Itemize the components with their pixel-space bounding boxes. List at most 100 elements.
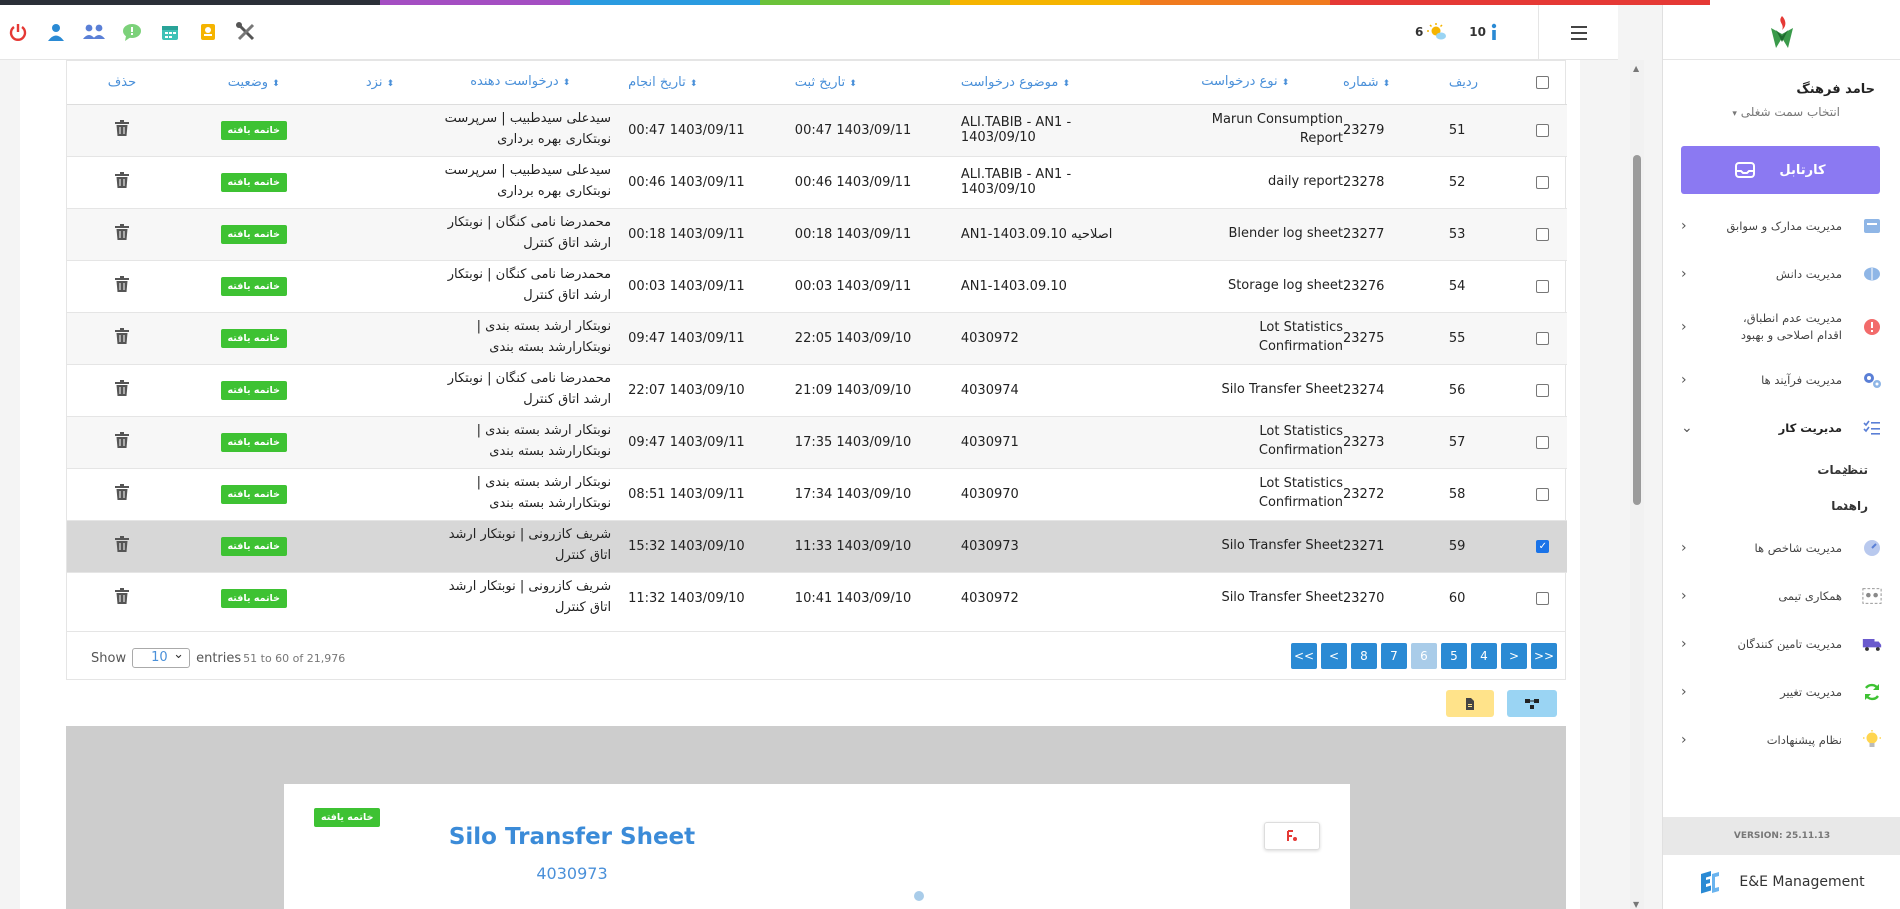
users-icon[interactable] (82, 20, 106, 44)
requests-table: ردیف ⬍ شماره ⬍ نوع درخواست ⬍ موضوع درخوا… (67, 61, 1567, 624)
trash-icon[interactable] (114, 484, 129, 504)
row-checkbox[interactable] (1536, 487, 1550, 501)
sidebar-item-processes[interactable]: مدیریت فرآیند ها ‹ (1663, 356, 1900, 404)
sidebar-menu: مدیریت مدارک و سوابق ‹ مدیریت دانش ‹ مدی… (1663, 202, 1900, 764)
pagination-button[interactable]: > (1501, 643, 1527, 669)
row-checkbox[interactable]: ✓ (1536, 539, 1550, 553)
row-checkbox[interactable] (1536, 591, 1550, 605)
kartabl-button[interactable]: کارتابل (1681, 146, 1880, 194)
row-checkbox[interactable] (1536, 123, 1550, 137)
sidebar-item-indicators[interactable]: مدیریت شاخص ها ‹ (1663, 524, 1900, 572)
sidebar-item-work[interactable]: مدیریت کار ⌄ (1663, 404, 1900, 452)
column-header-number[interactable]: ⬍ شماره (1343, 61, 1431, 105)
column-header-done[interactable]: ⬍ تاریخ انجام (616, 61, 781, 105)
column-header-requester[interactable]: ⬍ درخواست دهنده (429, 61, 617, 105)
trash-icon[interactable] (114, 276, 129, 296)
table-row[interactable]: 57 23273 Lot Statistics Confirmation 403097… (67, 415, 1567, 468)
table-row[interactable]: 53 23277 Blender log sheet AN1-1403.09.10 ا… (67, 207, 1567, 260)
chevron-left-icon: ‹ (1681, 588, 1687, 604)
pagination-button[interactable]: 8 (1351, 643, 1377, 669)
notification-counter[interactable]: 10 (1469, 23, 1498, 41)
table-row[interactable]: 60 23270 Silo Transfer Sheet 4030972 10:41 1… (67, 571, 1567, 624)
table-row[interactable]: 51 23279 Marun Consumption Report ALI.TABIB… (67, 103, 1567, 156)
requester: محمدرضا نامی کنگان | نوبتکار ارشد اتاق ک… (429, 207, 617, 260)
chevron-left-icon: ‹ (1681, 372, 1687, 388)
app-logo[interactable] (1663, 5, 1900, 60)
pagination-button[interactable]: < (1321, 643, 1347, 669)
request-subject: 4030972 (960, 571, 1148, 624)
menu-toggle-button[interactable] (1538, 5, 1618, 60)
column-header-row-number[interactable]: ردیف (1430, 61, 1519, 105)
row-number: 60 (1430, 571, 1519, 624)
row-checkbox[interactable] (1536, 227, 1550, 241)
column-header-subject[interactable]: ⬍ موضوع درخواست (960, 61, 1148, 105)
pagination-button[interactable]: >> (1531, 643, 1557, 669)
flow-icon (1525, 698, 1539, 709)
flow-button[interactable] (1507, 690, 1557, 717)
power-icon[interactable] (6, 20, 30, 44)
trash-icon[interactable] (114, 172, 129, 192)
request-number: 23273 (1343, 415, 1431, 468)
table-row[interactable]: ✓ 59 23271 Silo Transfer Sheet 4030973 11:33 … (67, 519, 1567, 572)
row-checkbox[interactable] (1536, 435, 1550, 449)
chevron-left-icon: ‹ (1681, 266, 1687, 282)
chat-icon[interactable] (120, 20, 144, 44)
sidebar-item-change[interactable]: مدیریت تغییر ‹ (1663, 668, 1900, 716)
select-all-checkbox[interactable] (1536, 75, 1550, 89)
sidebar-item-suppliers[interactable]: مدیریت تامین کنندگان ‹ (1663, 620, 1900, 668)
table-row[interactable]: 52 23278 daily report ALI.TABIB - AN1 - 140… (67, 155, 1567, 208)
pagination-button[interactable]: 6 (1411, 643, 1437, 669)
scroll-up-icon[interactable]: ▲ (1633, 64, 1639, 73)
row-checkbox-cell (1518, 363, 1567, 416)
status-cell: خاتمه یافته (176, 519, 331, 572)
done-date: 00:47 1403/09/11 (616, 103, 781, 156)
sidebar-item-knowledge[interactable]: مدیریت دانش ‹ (1663, 250, 1900, 298)
sidebar-item-teamwork[interactable]: همکاری تیمی ‹ (1663, 572, 1900, 620)
pagination-button[interactable]: << (1291, 643, 1317, 669)
pagination-button[interactable]: 5 (1441, 643, 1467, 669)
requester: سیدعلی سیدطبیب | سرپرست نوبتکاری بهره بر… (429, 103, 617, 156)
row-checkbox[interactable] (1536, 331, 1550, 345)
chevron-left-icon: ‹ (1681, 732, 1687, 748)
scroll-down-icon[interactable]: ▼ (1633, 900, 1639, 909)
table-row[interactable]: 54 23276 Storage log sheet AN1-1403.09.10 00… (67, 259, 1567, 312)
column-header-registered[interactable]: ⬍ تاریخ ثبت (780, 61, 961, 105)
trash-icon[interactable] (114, 120, 129, 140)
tools-icon[interactable] (234, 20, 258, 44)
trash-icon[interactable] (114, 224, 129, 244)
contact-card-icon[interactable] (196, 20, 220, 44)
pagination-button[interactable]: 4 (1471, 643, 1497, 669)
trash-icon[interactable] (114, 432, 129, 452)
document-button[interactable] (1446, 690, 1494, 717)
scrollbar-thumb[interactable] (1633, 155, 1641, 505)
sidebar-item-nonconformity[interactable]: مدیریت عدم انطباق، اقدام اصلاحی و بهبود … (1663, 298, 1900, 356)
trash-icon[interactable] (114, 588, 129, 608)
row-checkbox[interactable] (1536, 383, 1550, 397)
page-scrollbar[interactable]: ▲ ▼ (1630, 60, 1644, 909)
job-position-select[interactable]: انتخاب سمت شغلی ▾ (1663, 105, 1900, 119)
sidebar-item-suggestions[interactable]: نظام پیشنهادات ‹ (1663, 716, 1900, 764)
row-checkbox[interactable] (1536, 279, 1550, 293)
submenu-item-help[interactable]: راهنما ‹ (1663, 488, 1900, 524)
trash-icon[interactable] (114, 536, 129, 556)
row-number: 57 (1430, 415, 1519, 468)
table-row[interactable]: 56 23274 Silo Transfer Sheet 4030974 21:09 1… (67, 363, 1567, 416)
column-header-status[interactable]: ⬍ وضعیت (176, 61, 331, 105)
column-header-at[interactable]: ⬍ نزد (330, 61, 430, 105)
chevron-left-icon: ‹ (1681, 318, 1687, 335)
calendar-icon[interactable] (158, 20, 182, 44)
sidebar-item-documents[interactable]: مدیریت مدارک و سوابق ‹ (1663, 202, 1900, 250)
status-badge: خاتمه یافته (220, 484, 287, 504)
row-checkbox[interactable] (1536, 175, 1550, 189)
weather-counter[interactable]: 6 (1415, 23, 1447, 41)
page-size-select[interactable]: 10 (132, 646, 191, 668)
pagination-button[interactable]: 7 (1381, 643, 1407, 669)
submenu-item-settings[interactable]: تنظیمات ‹ (1663, 452, 1900, 488)
column-header-type[interactable]: ⬍ نوع درخواست (1147, 61, 1343, 105)
table-row[interactable]: 55 23275 Lot Statistics Confirmation 403097… (67, 311, 1567, 364)
user-icon[interactable] (44, 20, 68, 44)
table-row[interactable]: 58 23272 Lot Statistics Confirmation 403097… (67, 467, 1567, 520)
trash-icon[interactable] (114, 328, 129, 348)
pdf-export-button[interactable] (1264, 822, 1320, 850)
trash-icon[interactable] (114, 380, 129, 400)
